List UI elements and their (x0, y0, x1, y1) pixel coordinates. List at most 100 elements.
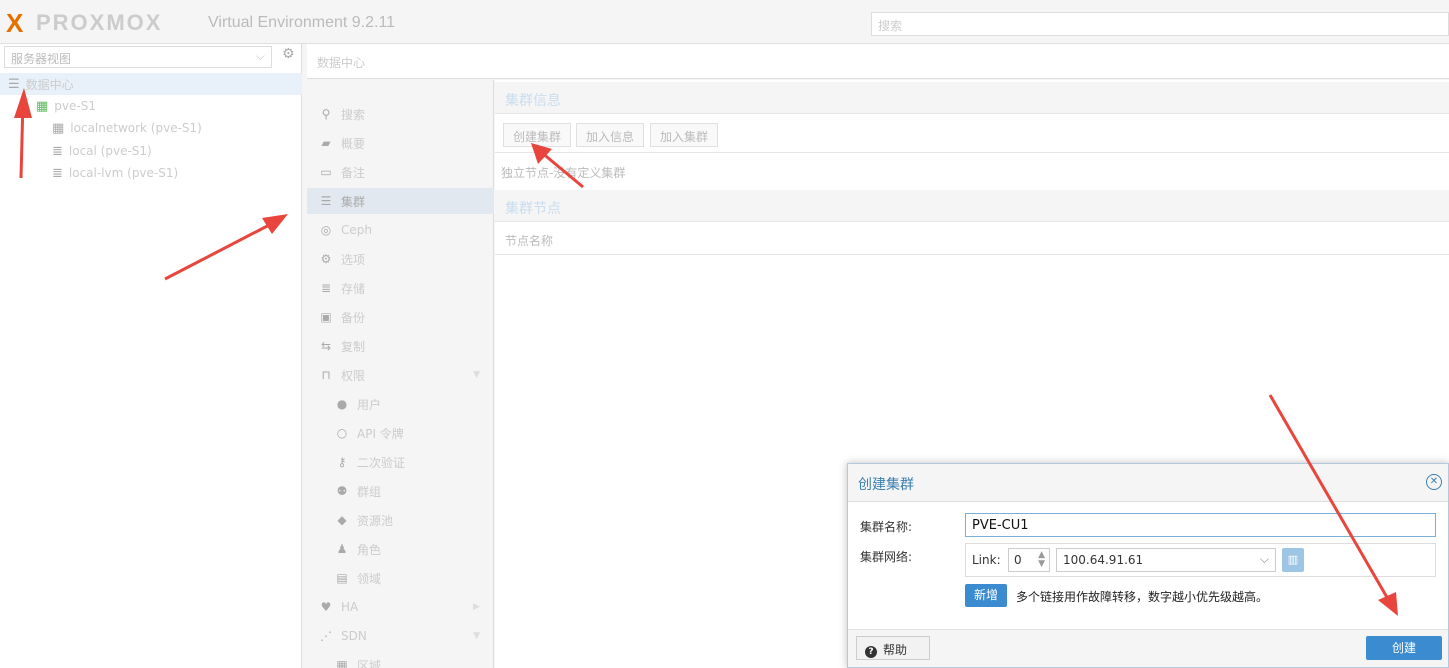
spinner-arrows-icon[interactable]: ▲ ▼ (1038, 551, 1045, 569)
cluster-info-title: 集群信息 (495, 82, 1449, 114)
storage-icon: ≣ (52, 143, 63, 159)
chevron-down-icon: ⌵ (1259, 552, 1269, 566)
floppy-icon: ▣ (320, 310, 332, 324)
nav-item-label: API 令牌 (357, 426, 404, 441)
nav-item-label: 搜索 (341, 107, 366, 122)
dialog-header: 创建集群 ✕ (848, 464, 1448, 502)
divider (495, 152, 1449, 153)
cluster-name-field[interactable]: PVE-CU1 (965, 513, 1436, 537)
cluster-network-row: Link: 0 ▲ ▼ 100.64.91.61 ⌵ ▥ (965, 543, 1436, 577)
nav-item-sdn[interactable]: ⋰ SDN ▼ (307, 623, 494, 649)
dialog-footer: ? 帮助 创建 (848, 629, 1448, 667)
nav-item-label: 资源池 (357, 513, 394, 528)
users-icon: ⚉ (336, 484, 348, 498)
tree-item-storage[interactable]: ≣ local-lvm (pve-S1) (52, 162, 178, 184)
global-search-input[interactable]: 搜索 (871, 12, 1449, 36)
nav-item-two-factor[interactable]: ⚷ 二次验证 (307, 449, 494, 475)
tree-item-label: pve-S1 (54, 99, 96, 113)
nav-item-api-tokens[interactable]: ○ API 令牌 (307, 420, 494, 446)
view-selector[interactable]: 服务器视图 ⌵ (4, 46, 272, 68)
nav-item-groups[interactable]: ⚉ 群组 (307, 478, 494, 504)
grid-icon: ▦ (52, 120, 65, 136)
nav-item-label: 角色 (357, 542, 382, 557)
chevron-down-icon: ▼ (473, 370, 480, 380)
breadcrumb: 数据中心 (307, 44, 1449, 79)
tree-item-datacenter[interactable]: ☰ 数据中心 (0, 73, 302, 95)
ceph-icon: ◎ (320, 223, 332, 237)
create-button[interactable]: 创建 (1366, 636, 1442, 660)
nav-item-label: 存储 (341, 281, 366, 296)
column-header-node-name[interactable]: 节点名称 (505, 232, 553, 249)
join-cluster-button[interactable]: 加入集群 (650, 123, 719, 147)
storage-icon: ≣ (52, 165, 63, 181)
nav-item-pools[interactable]: ◆ 资源池 (307, 507, 494, 533)
nav-item-label: 集群 (341, 194, 366, 209)
resource-tree-panel: 服务器视图 ⌵ ⚙ ☰ 数据中心 ▦ pve-S1 ▦ localnetwork… (0, 44, 302, 668)
help-button[interactable]: ? 帮助 (856, 636, 930, 660)
heartbeat-icon: ♥ (320, 600, 332, 614)
join-info-button[interactable]: 加入信息 (576, 123, 645, 147)
nav-item-backup[interactable]: ▣ 备份 (307, 304, 494, 330)
nav-item-options[interactable]: ⚙ 选项 (307, 246, 494, 272)
nav-item-label: 选项 (341, 252, 366, 267)
gear-icon[interactable]: ⚙ (282, 46, 295, 62)
search-icon: ⚲ (321, 107, 331, 121)
link-label: Link: (972, 553, 1001, 567)
grid-icon: ▦ (336, 658, 348, 668)
nav-item-notes[interactable]: ▭ 备注 (307, 159, 494, 185)
link-address-select[interactable]: 100.64.91.61 ⌵ (1056, 548, 1276, 572)
question-circle-icon: ? (865, 646, 877, 658)
nav-item-label: 群组 (357, 484, 382, 499)
chevron-down-icon: ⌵ (255, 49, 265, 63)
database-icon: ≣ (320, 281, 332, 295)
sdn-icon: ⋰ (320, 629, 332, 643)
tree-item-sdn[interactable]: ▦ localnetwork (pve-S1) (52, 117, 202, 139)
nav-item-users[interactable]: ● 用户 (307, 391, 494, 417)
nav-item-search[interactable]: ⚲ 搜索 (307, 101, 494, 127)
remove-link-button[interactable]: ▥ (1282, 548, 1304, 572)
retweet-icon: ⇆ (320, 339, 332, 353)
nav-item-summary[interactable]: ▰ 概要 (307, 130, 494, 156)
nav-item-label: 复制 (341, 339, 366, 354)
nav-item-ha[interactable]: ♥ HA ▶ (307, 594, 494, 620)
link-number-spinner[interactable]: 0 ▲ ▼ (1008, 548, 1050, 572)
tags-icon: ◆ (337, 513, 347, 527)
version-label: Virtual Environment 9.2.11 (208, 14, 396, 31)
add-link-button[interactable]: 新增 (965, 584, 1007, 607)
create-cluster-button[interactable]: 创建集群 (503, 123, 572, 147)
nav-item-label: 备注 (341, 165, 366, 180)
nav-item-label: Ceph (341, 223, 372, 237)
close-icon[interactable]: ✕ (1426, 474, 1442, 490)
nav-item-ceph[interactable]: ◎ Ceph (307, 217, 494, 243)
link-hint-text: 多个链接用作故障转移，数字越小优先级越高。 (1016, 590, 1269, 604)
nav-item-replication[interactable]: ⇆ 复制 (307, 333, 494, 359)
nav-item-label: HA (341, 600, 359, 614)
tree-item-label: local-lvm (pve-S1) (68, 166, 179, 180)
nav-item-cluster[interactable]: ☰ 集群 (307, 188, 494, 214)
nav-item-storage[interactable]: ≣ 存储 (307, 275, 494, 301)
top-header: X PROXMOX Virtual Environment 9.2.11 搜索 (0, 0, 1449, 44)
nav-item-roles[interactable]: ♟ 角色 (307, 536, 494, 562)
nav-item-label: 概要 (341, 136, 366, 151)
chevron-right-icon: ▶ (473, 602, 480, 612)
user-outline-icon: ○ (336, 426, 348, 440)
tree-item-node[interactable]: ▦ pve-S1 (36, 95, 96, 117)
proxmox-logo: PROXMOX (36, 10, 163, 35)
tree-item-storage[interactable]: ≣ local (pve-S1) (52, 140, 152, 162)
config-nav-panel: ⚲ 搜索 ▰ 概要 ▭ 备注 ☰ 集群 ◎ Ceph ⚙ 选项 ≣ 存储 ▣ 备份 ⇆ 复制 ⊓ 权… (307, 80, 494, 668)
cluster-nodes-title: 集群节点 (495, 190, 1449, 222)
create-cluster-dialog: 创建集群 ✕ 集群名称: PVE-CU1 集群网络: Link: 0 ▲ ▼ 10… (847, 463, 1449, 668)
view-selector-value: 服务器视图 (11, 52, 72, 66)
trash-icon: ▥ (1287, 553, 1299, 566)
standalone-node-text: 独立节点-没有定义集群 (501, 166, 626, 180)
address-book-icon: ▤ (336, 571, 348, 585)
proxmox-logo-mark: X (6, 8, 24, 38)
nav-item-label: 区域 (357, 658, 382, 668)
gear-icon: ⚙ (320, 252, 332, 266)
tree-item-label: 数据中心 (25, 77, 74, 92)
cluster-network-label: 集群网络: (860, 550, 913, 564)
nav-item-realms[interactable]: ▤ 领域 (307, 565, 494, 591)
nav-item-zones[interactable]: ▦ 区域 (307, 652, 494, 668)
user-icon: ● (336, 397, 348, 411)
nav-item-permissions[interactable]: ⊓ 权限 ▼ (307, 362, 494, 388)
